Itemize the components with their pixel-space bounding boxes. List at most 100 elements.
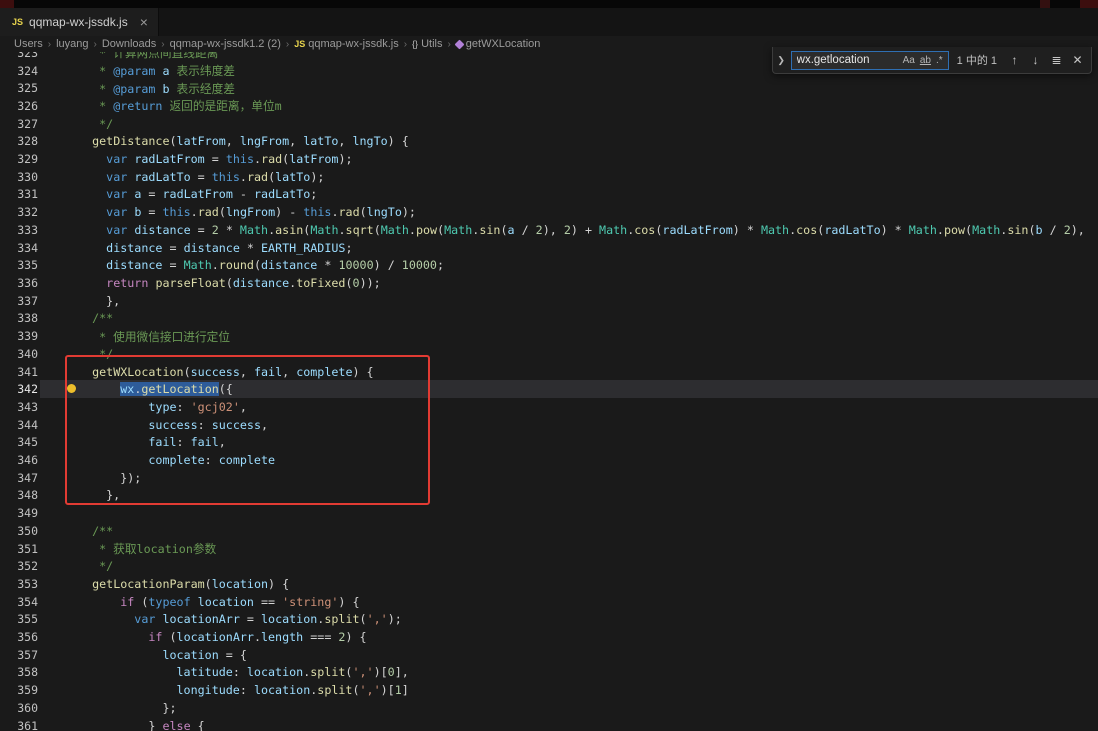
- code-text[interactable]: * 使用微信接口进行定位: [78, 328, 230, 345]
- code-line[interactable]: 327 */: [0, 115, 1098, 133]
- toggle-replace-chevron[interactable]: ❯: [776, 55, 787, 66]
- line-number[interactable]: 336: [0, 276, 40, 290]
- code-line[interactable]: 358 latitude: location.split(',')[0],: [0, 664, 1098, 682]
- code-text[interactable]: * @param b 表示经度差: [78, 80, 235, 97]
- line-number[interactable]: 344: [0, 418, 40, 432]
- code-text[interactable]: /**: [78, 311, 113, 325]
- code-text[interactable]: success: success,: [78, 418, 268, 432]
- code-text[interactable]: longitude: location.split(',')[1]: [78, 683, 409, 697]
- line-number[interactable]: 326: [0, 99, 40, 113]
- next-match-button[interactable]: ↓: [1027, 53, 1044, 67]
- code-line[interactable]: 347 });: [0, 469, 1098, 487]
- code-text[interactable]: getLocationParam(location) {: [78, 577, 289, 591]
- line-number[interactable]: 358: [0, 665, 40, 679]
- line-number[interactable]: 337: [0, 294, 40, 308]
- code-line[interactable]: 341 getWXLocation(success, fail, complet…: [0, 363, 1098, 381]
- line-number[interactable]: 325: [0, 81, 40, 95]
- code-text[interactable]: latitude: location.split(',')[0],: [78, 665, 409, 679]
- code-text[interactable]: distance = Math.round(distance * 10000) …: [78, 258, 444, 272]
- line-number[interactable]: 328: [0, 134, 40, 148]
- code-text[interactable]: var a = radLatFrom - radLatTo;: [78, 187, 317, 201]
- code-line[interactable]: 349: [0, 504, 1098, 522]
- breadcrumb-item-utils[interactable]: {} Utils: [412, 38, 442, 50]
- code-line[interactable]: 326 * @return 返回的是距离，单位m: [0, 97, 1098, 115]
- line-number[interactable]: 343: [0, 400, 40, 414]
- line-number[interactable]: 353: [0, 577, 40, 591]
- code-text[interactable]: /**: [78, 524, 113, 538]
- code-line[interactable]: 340 */: [0, 345, 1098, 363]
- code-text[interactable]: if (locationArr.length === 2) {: [78, 630, 367, 644]
- code-line[interactable]: 346 complete: complete: [0, 451, 1098, 469]
- code-text[interactable]: distance = distance * EARTH_RADIUS;: [78, 241, 353, 255]
- code-line[interactable]: 339 * 使用微信接口进行定位: [0, 327, 1098, 345]
- code-line[interactable]: 355 var locationArr = location.split(','…: [0, 611, 1098, 629]
- code-text[interactable]: return parseFloat(distance.toFixed(0));: [78, 276, 381, 290]
- code-text[interactable]: if (typeof location == 'string') {: [78, 595, 360, 609]
- code-text[interactable]: */: [78, 347, 113, 361]
- code-text[interactable]: getDistance(latFrom, lngFrom, latTo, lng…: [78, 134, 409, 148]
- editor[interactable]: 323 * 计算两点间直线距离324 * @param a 表示纬度差325 *…: [0, 52, 1098, 731]
- code-text[interactable]: var radLatFrom = this.rad(latFrom);: [78, 152, 353, 166]
- code-line[interactable]: 325 * @param b 表示经度差: [0, 79, 1098, 97]
- code-text[interactable]: * @param a 表示纬度差: [78, 62, 235, 79]
- code-text[interactable]: wx.getLocation({: [78, 382, 233, 396]
- code-text[interactable]: };: [78, 701, 177, 715]
- line-number[interactable]: 346: [0, 453, 40, 467]
- line-number[interactable]: 361: [0, 719, 40, 731]
- code-text[interactable]: } else {: [78, 719, 205, 731]
- find-query-text[interactable]: wx.getlocation: [797, 54, 898, 66]
- find-input[interactable]: wx.getlocation Aa ab .*: [791, 51, 949, 70]
- code-text[interactable]: */: [78, 117, 113, 131]
- code-line[interactable]: 353 getLocationParam(location) {: [0, 575, 1098, 593]
- line-number[interactable]: 345: [0, 435, 40, 449]
- line-number[interactable]: 347: [0, 471, 40, 485]
- line-number[interactable]: 332: [0, 205, 40, 219]
- line-number[interactable]: 354: [0, 595, 40, 609]
- code-text[interactable]: fail: fail,: [78, 435, 226, 449]
- code-line[interactable]: 328 getDistance(latFrom, lngFrom, latTo,…: [0, 133, 1098, 151]
- line-number[interactable]: 359: [0, 683, 40, 697]
- breadcrumb-item-file[interactable]: JS qqmap-wx-jssdk.js: [294, 38, 398, 50]
- code-text[interactable]: var distance = 2 * Math.asin(Math.sqrt(M…: [78, 223, 1085, 237]
- whole-word-toggle[interactable]: ab: [920, 55, 931, 66]
- line-number[interactable]: 331: [0, 187, 40, 201]
- code-line[interactable]: 329 var radLatFrom = this.rad(latFrom);: [0, 150, 1098, 168]
- code-line[interactable]: 359 longitude: location.split(',')[1]: [0, 681, 1098, 699]
- line-number[interactable]: 333: [0, 223, 40, 237]
- line-number[interactable]: 324: [0, 64, 40, 78]
- line-number[interactable]: 352: [0, 559, 40, 573]
- previous-match-button[interactable]: ↑: [1006, 53, 1023, 67]
- code-line[interactable]: 351 * 获取location参数: [0, 540, 1098, 558]
- code-text[interactable]: },: [78, 294, 120, 308]
- line-number[interactable]: 356: [0, 630, 40, 644]
- line-number[interactable]: 348: [0, 488, 40, 502]
- line-number[interactable]: 355: [0, 612, 40, 626]
- line-number[interactable]: 338: [0, 311, 40, 325]
- line-number[interactable]: 349: [0, 506, 40, 520]
- tab-close-icon[interactable]: ×: [140, 14, 148, 30]
- breadcrumb-item-symbol[interactable]: getWXLocation: [456, 38, 541, 50]
- line-number[interactable]: 335: [0, 258, 40, 272]
- line-number[interactable]: 360: [0, 701, 40, 715]
- line-number[interactable]: 334: [0, 241, 40, 255]
- code-text[interactable]: complete: complete: [78, 453, 275, 467]
- code-text[interactable]: * 获取location参数: [78, 540, 216, 557]
- code-line[interactable]: 357 location = {: [0, 646, 1098, 664]
- line-number[interactable]: 351: [0, 542, 40, 556]
- code-text[interactable]: });: [78, 471, 141, 485]
- line-number[interactable]: 323: [0, 52, 40, 60]
- line-number[interactable]: 339: [0, 329, 40, 343]
- line-number[interactable]: 357: [0, 648, 40, 662]
- find-in-selection-button[interactable]: ≣: [1048, 53, 1065, 67]
- code-line[interactable]: 350 /**: [0, 522, 1098, 540]
- line-number[interactable]: 341: [0, 365, 40, 379]
- regex-toggle[interactable]: .*: [936, 55, 943, 66]
- line-number[interactable]: 350: [0, 524, 40, 538]
- line-number[interactable]: 330: [0, 170, 40, 184]
- code-line[interactable]: 335 distance = Math.round(distance * 100…: [0, 256, 1098, 274]
- code-text[interactable]: var b = this.rad(lngFrom) - this.rad(lng…: [78, 205, 416, 219]
- breadcrumb-item-downloads[interactable]: Downloads: [102, 38, 156, 50]
- code-text[interactable]: getWXLocation(success, fail, complete) {: [78, 365, 374, 379]
- code-line[interactable]: 331 var a = radLatFrom - radLatTo;: [0, 186, 1098, 204]
- code-line[interactable]: 352 */: [0, 557, 1098, 575]
